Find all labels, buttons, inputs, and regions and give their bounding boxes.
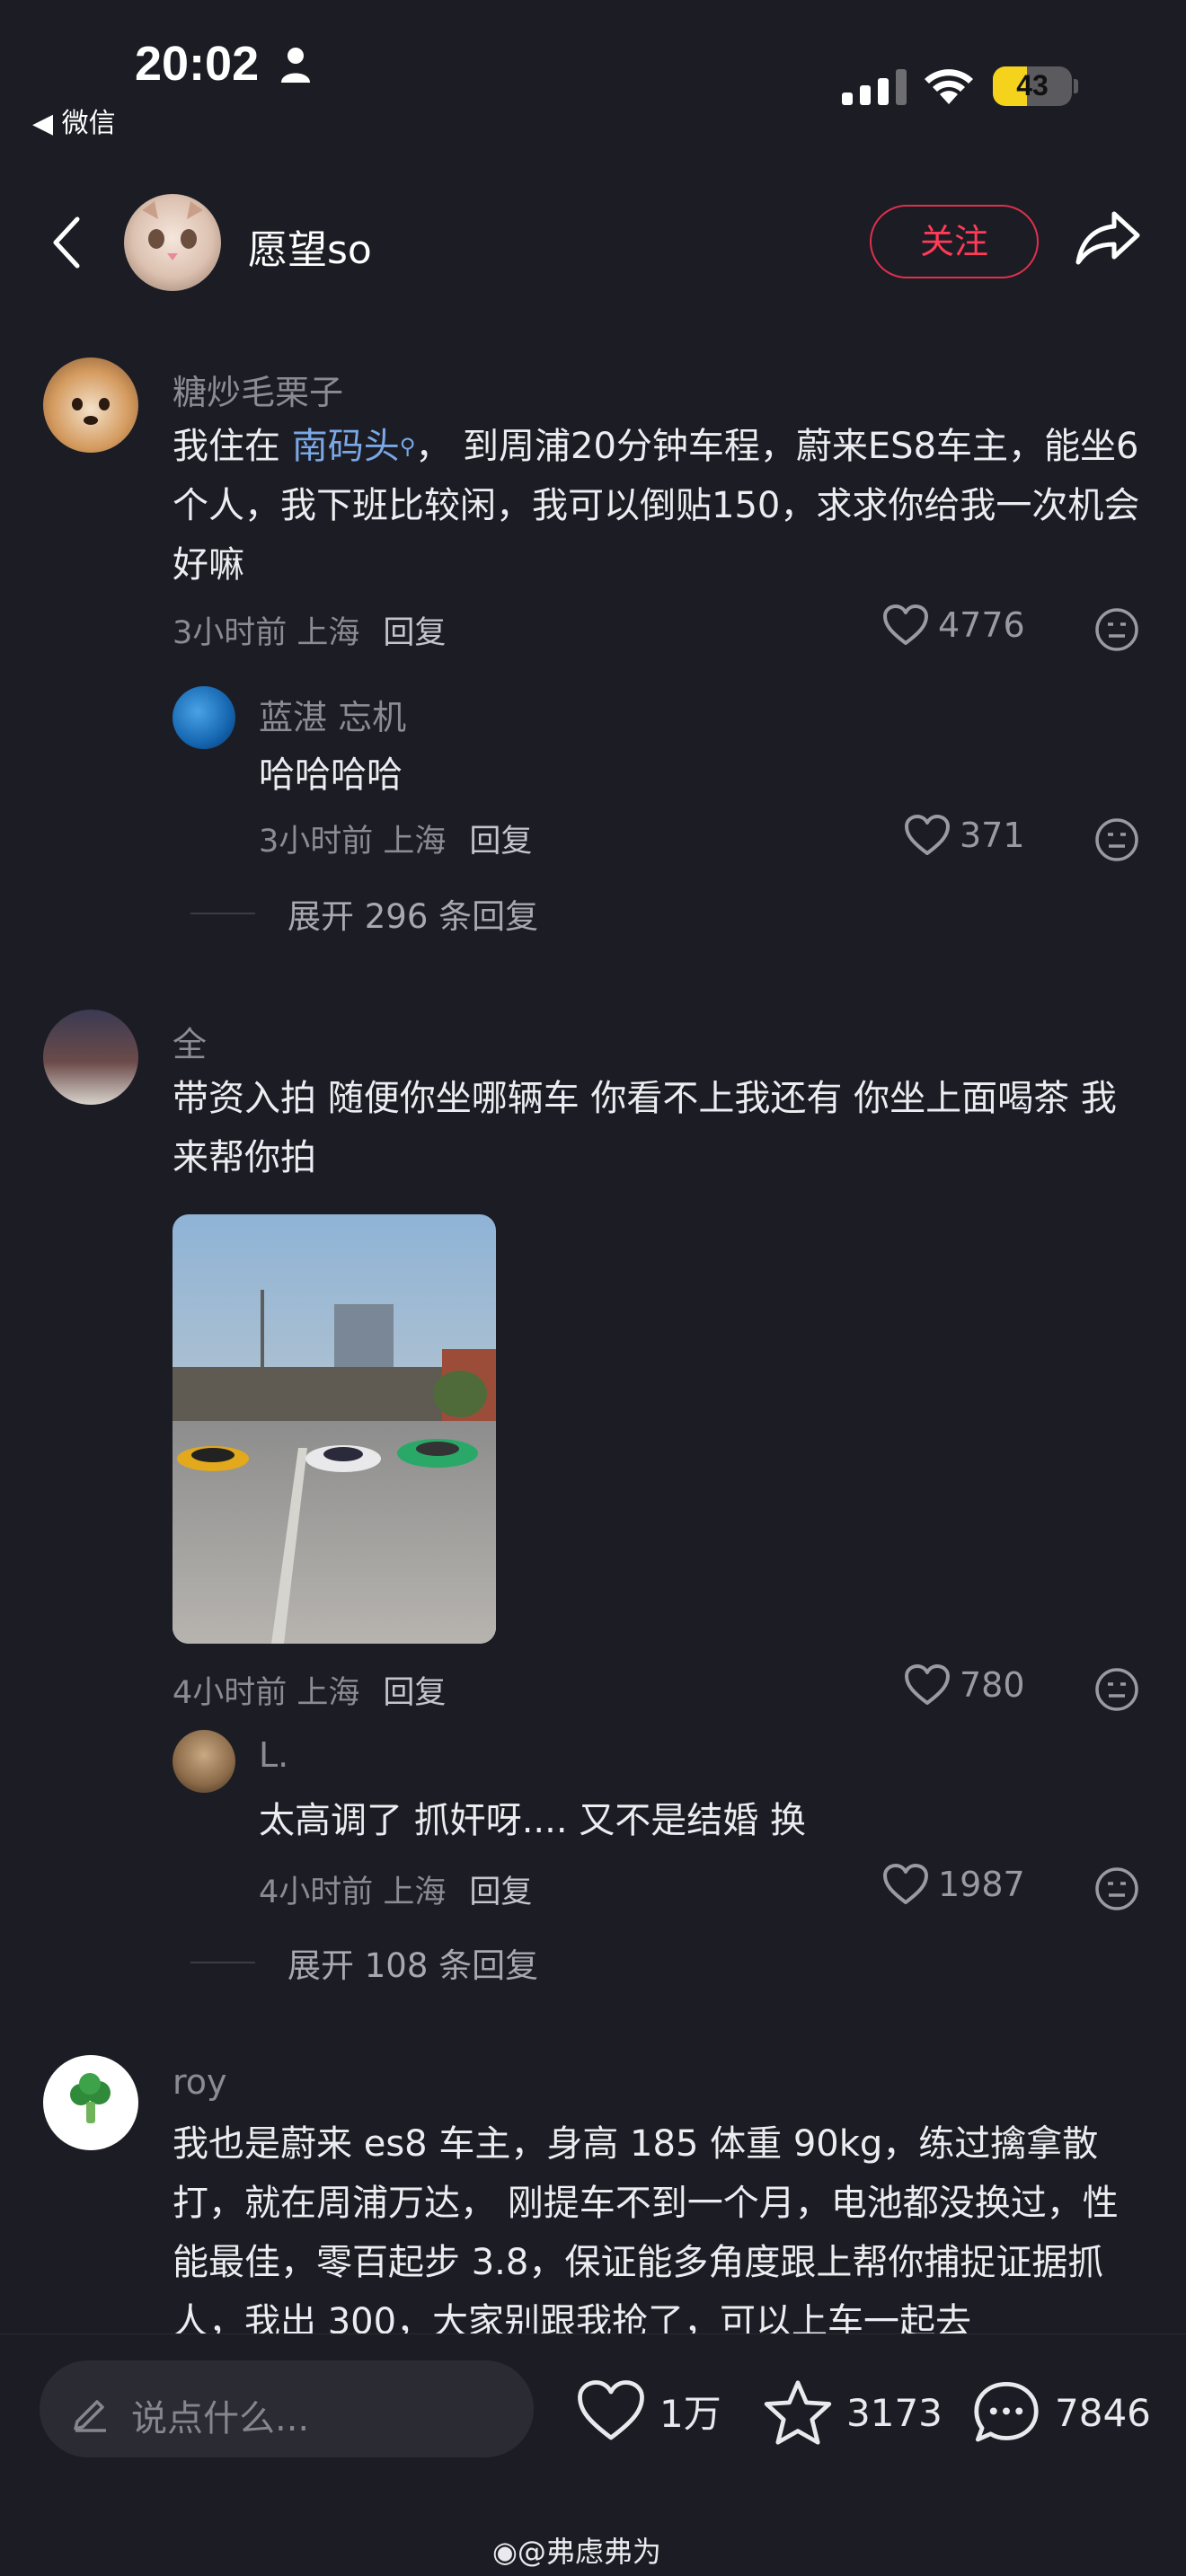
expand-replies-label: 展开 108 条回复 bbox=[288, 1946, 539, 1985]
back-to-app-link[interactable]: ◀ 微信 bbox=[32, 101, 116, 140]
comment-time-location: 3小时前 上海 bbox=[173, 615, 360, 651]
reply-meta: 3小时前 上海 回复 bbox=[259, 816, 532, 861]
comment-text: 我也是蔚来 es8 车主，身高 185 体重 90kg，练过擒拿散打，就在周浦万… bbox=[173, 2123, 1119, 2333]
commenter-avatar[interactable] bbox=[43, 1010, 138, 1105]
reply-button[interactable]: 回复 bbox=[383, 615, 446, 651]
comment-meta: 4小时前 上海 回复 bbox=[173, 1667, 446, 1713]
author-name[interactable]: 愿望so bbox=[248, 217, 372, 275]
follow-button[interactable]: 关注 bbox=[870, 205, 1039, 278]
battery-indicator: 43 bbox=[993, 66, 1072, 106]
expand-replies-label: 展开 296 条回复 bbox=[288, 897, 539, 936]
expand-replies-button[interactable]: 展开 108 条回复 bbox=[190, 1938, 538, 1987]
comment-bubble-icon bbox=[974, 2381, 1039, 2442]
post-comment-count: 7846 bbox=[1055, 2390, 1151, 2435]
like-button[interactable]: 4776 bbox=[882, 604, 1025, 647]
wifi-icon bbox=[925, 69, 973, 104]
heart-icon bbox=[883, 1864, 928, 1904]
reply-button[interactable]: 回复 bbox=[469, 824, 532, 860]
corgi-face-icon bbox=[72, 398, 110, 425]
weibo-logo-icon: ◉ bbox=[492, 2535, 518, 2569]
reply-meta: 4小时前 上海 回复 bbox=[259, 1866, 532, 1912]
comment-username[interactable]: 糖炒毛栗子 bbox=[173, 365, 343, 414]
share-icon[interactable] bbox=[1075, 208, 1141, 266]
heart-icon bbox=[905, 815, 950, 855]
expand-replies-button[interactable]: 展开 296 条回复 bbox=[190, 889, 538, 938]
comment-username[interactable]: 全 bbox=[173, 1017, 207, 1066]
like-button[interactable]: 371 bbox=[904, 814, 1025, 857]
like-count: 780 bbox=[960, 1665, 1025, 1705]
cars-photo-image bbox=[173, 1214, 496, 1644]
star-icon bbox=[764, 2380, 832, 2445]
commenter-avatar[interactable] bbox=[43, 2055, 138, 2150]
comment-text: 我住在 南码头⚲， 到周浦20分钟车程，蔚来ES8车主，能坐6个人，我下班比较闲… bbox=[173, 417, 1143, 595]
like-count: 4776 bbox=[938, 605, 1025, 645]
reply-button[interactable]: 回复 bbox=[469, 1875, 532, 1910]
heart-icon bbox=[883, 604, 928, 645]
cat-face-icon bbox=[142, 201, 203, 260]
pencil-icon bbox=[74, 2400, 106, 2432]
comment-time-location: 4小时前 上海 bbox=[173, 1675, 360, 1711]
comment-meta: 3小时前 上海 回复 bbox=[173, 607, 446, 653]
watermark-text: @弗虑弗为 bbox=[517, 2535, 661, 2569]
heart-icon bbox=[578, 2380, 644, 2440]
replier-avatar[interactable] bbox=[173, 1730, 235, 1793]
broccoli-icon bbox=[70, 2073, 111, 2123]
like-button[interactable]: 780 bbox=[904, 1663, 1025, 1707]
reply-text: 哈哈哈哈 bbox=[259, 754, 403, 796]
search-icon: ⚲ bbox=[399, 434, 416, 459]
post-favorite-count: 3173 bbox=[846, 2390, 943, 2435]
post-favorite-button[interactable]: 3173 bbox=[762, 2378, 943, 2447]
reply-time-location: 3小时前 上海 bbox=[259, 824, 447, 860]
post-like-count: 1万 bbox=[659, 2391, 721, 2436]
status-time: 20:02 bbox=[135, 37, 260, 91]
cellular-signal-icon bbox=[842, 69, 907, 105]
like-count: 371 bbox=[960, 816, 1025, 855]
battery-tip bbox=[1074, 79, 1078, 93]
reply-button[interactable]: 回复 bbox=[383, 1675, 446, 1711]
comment-text: 带资入拍 随便你坐哪辆车 你看不上我还有 你坐上面喝茶 我来帮你拍 bbox=[173, 1078, 1117, 1178]
post-like-button[interactable]: 1万 bbox=[575, 2378, 721, 2443]
like-count: 1987 bbox=[938, 1865, 1025, 1904]
battery-level: 43 bbox=[1016, 69, 1049, 101]
dislike-face-icon[interactable] bbox=[1094, 1667, 1139, 1712]
location-link[interactable]: 南码头 bbox=[292, 426, 400, 467]
reply-time-location: 4小时前 上海 bbox=[259, 1875, 447, 1910]
watermark: ◉@弗虑弗为 bbox=[492, 2529, 661, 2571]
commenter-avatar[interactable] bbox=[43, 357, 138, 453]
comment-text-part: 我住在 bbox=[173, 426, 292, 467]
comment-input-placeholder[interactable]: 说点什么... bbox=[131, 2389, 309, 2441]
reply-text: 太高调了 抓奸呀.... 又不是结婚 换 bbox=[259, 1800, 807, 1841]
dislike-face-icon[interactable] bbox=[1094, 1866, 1139, 1911]
author-avatar[interactable] bbox=[124, 194, 221, 291]
dislike-face-icon[interactable] bbox=[1094, 817, 1139, 862]
back-arrow-icon[interactable] bbox=[50, 216, 83, 269]
reply-username[interactable]: L. bbox=[259, 1735, 288, 1775]
heart-icon bbox=[905, 1664, 950, 1705]
comment-username[interactable]: roy bbox=[173, 2062, 227, 2102]
person-icon bbox=[281, 48, 310, 83]
post-comment-button[interactable]: 7846 bbox=[970, 2378, 1151, 2447]
dislike-face-icon[interactable] bbox=[1094, 607, 1139, 652]
reply-username[interactable]: 蓝湛 忘机 bbox=[259, 690, 406, 739]
replier-avatar[interactable] bbox=[173, 686, 235, 749]
comment-photo[interactable] bbox=[173, 1214, 496, 1644]
like-button[interactable]: 1987 bbox=[882, 1863, 1025, 1906]
